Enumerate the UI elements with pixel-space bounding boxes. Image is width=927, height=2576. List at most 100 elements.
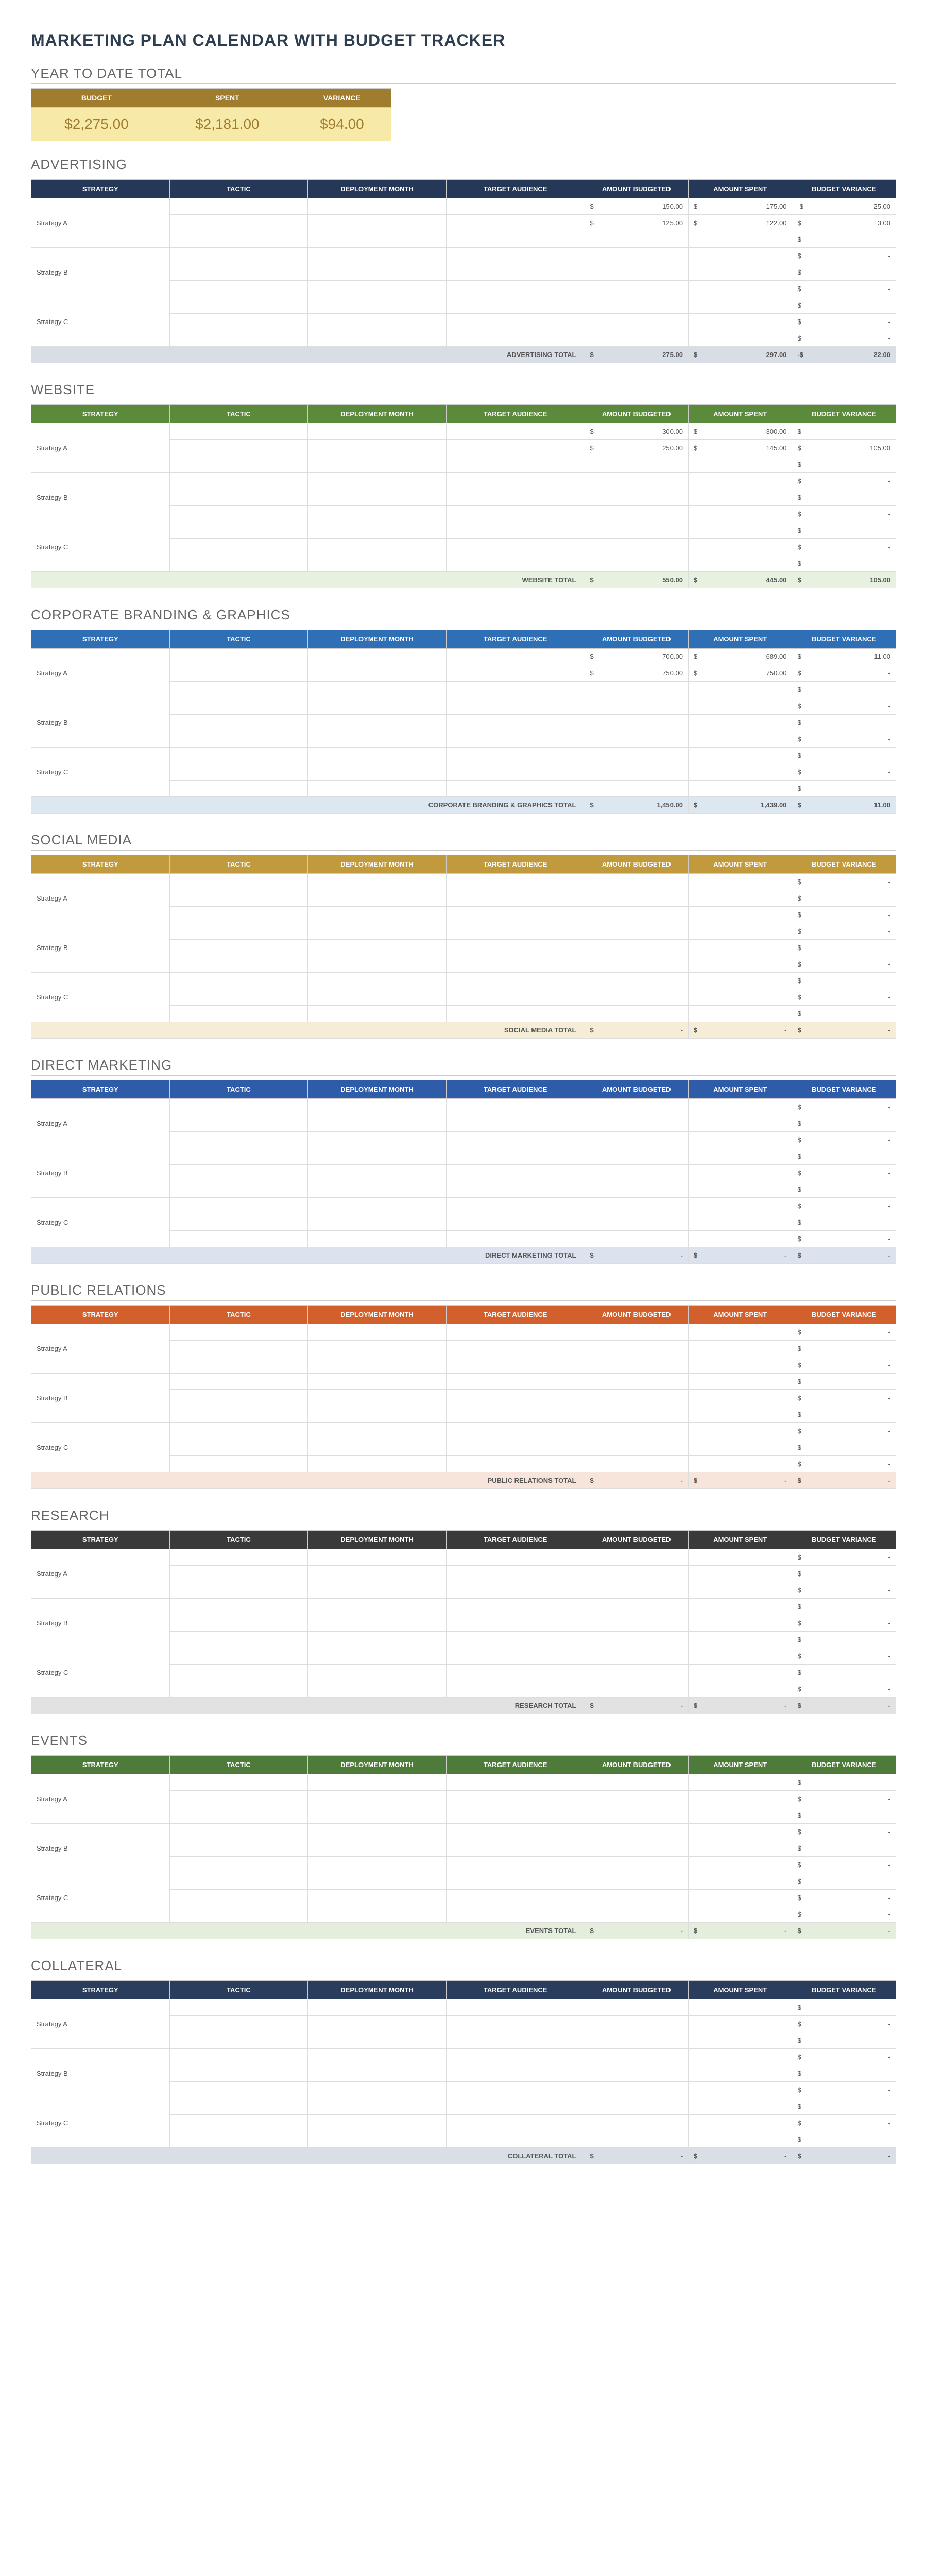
deployment-cell[interactable]: [308, 1774, 447, 1791]
tactic-cell[interactable]: [169, 1099, 308, 1115]
spent-cell[interactable]: [688, 2098, 792, 2115]
spent-cell[interactable]: [688, 1807, 792, 1824]
budget-cell[interactable]: [585, 1999, 688, 2016]
budget-cell[interactable]: [585, 698, 688, 715]
deployment-cell[interactable]: [308, 522, 447, 539]
variance-cell[interactable]: $-: [792, 1406, 896, 1423]
audience-cell[interactable]: [446, 1807, 585, 1824]
tactic-cell[interactable]: [169, 2082, 308, 2098]
budget-cell[interactable]: [585, 1857, 688, 1873]
spent-cell[interactable]: [688, 1115, 792, 1132]
audience-cell[interactable]: [446, 973, 585, 989]
budget-cell[interactable]: $250.00: [585, 440, 688, 456]
tactic-cell[interactable]: [169, 665, 308, 682]
tactic-cell[interactable]: [169, 1681, 308, 1698]
variance-cell[interactable]: $-: [792, 890, 896, 907]
strategy-cell[interactable]: Strategy A: [31, 1549, 170, 1599]
strategy-cell[interactable]: Strategy C: [31, 522, 170, 572]
variance-cell[interactable]: $-: [792, 907, 896, 923]
tactic-cell[interactable]: [169, 973, 308, 989]
budget-cell[interactable]: [585, 1198, 688, 1214]
budget-cell[interactable]: [585, 1214, 688, 1231]
audience-cell[interactable]: [446, 2049, 585, 2065]
deployment-cell[interactable]: [308, 1857, 447, 1873]
variance-cell[interactable]: $-: [792, 1148, 896, 1165]
tactic-cell[interactable]: [169, 1423, 308, 1439]
tactic-cell[interactable]: [169, 1774, 308, 1791]
spent-cell[interactable]: [688, 264, 792, 281]
spent-cell[interactable]: [688, 748, 792, 764]
spent-cell[interactable]: [688, 1549, 792, 1566]
budget-cell[interactable]: [585, 1357, 688, 1374]
tactic-cell[interactable]: [169, 1906, 308, 1923]
tactic-cell[interactable]: [169, 1840, 308, 1857]
variance-cell[interactable]: $-: [792, 1165, 896, 1181]
budget-cell[interactable]: [585, 264, 688, 281]
spent-cell[interactable]: [688, 1374, 792, 1390]
strategy-cell[interactable]: Strategy B: [31, 2049, 170, 2098]
spent-cell[interactable]: [688, 1439, 792, 1456]
strategy-cell[interactable]: Strategy C: [31, 748, 170, 797]
budget-cell[interactable]: [585, 1906, 688, 1923]
tactic-cell[interactable]: [169, 1374, 308, 1390]
audience-cell[interactable]: [446, 522, 585, 539]
spent-cell[interactable]: [688, 1873, 792, 1890]
deployment-cell[interactable]: [308, 2115, 447, 2131]
deployment-cell[interactable]: [308, 539, 447, 555]
variance-cell[interactable]: $-: [792, 1906, 896, 1923]
budget-cell[interactable]: [585, 1456, 688, 1472]
tactic-cell[interactable]: [169, 1406, 308, 1423]
deployment-cell[interactable]: [308, 1599, 447, 1615]
variance-cell[interactable]: $-: [792, 1599, 896, 1615]
deployment-cell[interactable]: [308, 907, 447, 923]
budget-cell[interactable]: [585, 2131, 688, 2148]
audience-cell[interactable]: [446, 1906, 585, 1923]
budget-cell[interactable]: [585, 940, 688, 956]
deployment-cell[interactable]: [308, 2131, 447, 2148]
spent-cell[interactable]: [688, 2065, 792, 2082]
deployment-cell[interactable]: [308, 2032, 447, 2049]
strategy-cell[interactable]: Strategy A: [31, 1324, 170, 1374]
strategy-cell[interactable]: Strategy A: [31, 198, 170, 248]
variance-cell[interactable]: $-: [792, 2115, 896, 2131]
spent-cell[interactable]: [688, 1632, 792, 1648]
tactic-cell[interactable]: [169, 1999, 308, 2016]
variance-cell[interactable]: $-: [792, 1099, 896, 1115]
tactic-cell[interactable]: [169, 748, 308, 764]
tactic-cell[interactable]: [169, 1456, 308, 1472]
deployment-cell[interactable]: [308, 715, 447, 731]
audience-cell[interactable]: [446, 764, 585, 781]
spent-cell[interactable]: [688, 506, 792, 522]
tactic-cell[interactable]: [169, 1181, 308, 1198]
audience-cell[interactable]: [446, 1374, 585, 1390]
budget-cell[interactable]: [585, 1231, 688, 1247]
tactic-cell[interactable]: [169, 1324, 308, 1341]
spent-cell[interactable]: [688, 682, 792, 698]
budget-cell[interactable]: [585, 555, 688, 572]
variance-cell[interactable]: $-: [792, 2098, 896, 2115]
variance-cell[interactable]: $-: [792, 1181, 896, 1198]
variance-cell[interactable]: $-: [792, 781, 896, 797]
audience-cell[interactable]: [446, 2016, 585, 2032]
audience-cell[interactable]: [446, 1148, 585, 1165]
variance-cell[interactable]: $-: [792, 248, 896, 264]
tactic-cell[interactable]: [169, 1439, 308, 1456]
audience-cell[interactable]: [446, 489, 585, 506]
audience-cell[interactable]: [446, 1582, 585, 1599]
tactic-cell[interactable]: [169, 489, 308, 506]
tactic-cell[interactable]: [169, 2115, 308, 2131]
deployment-cell[interactable]: [308, 297, 447, 314]
spent-cell[interactable]: [688, 1231, 792, 1247]
deployment-cell[interactable]: [308, 1582, 447, 1599]
tactic-cell[interactable]: [169, 2098, 308, 2115]
audience-cell[interactable]: [446, 698, 585, 715]
audience-cell[interactable]: [446, 1791, 585, 1807]
variance-cell[interactable]: $-: [792, 2049, 896, 2065]
budget-cell[interactable]: [585, 539, 688, 555]
tactic-cell[interactable]: [169, 715, 308, 731]
strategy-cell[interactable]: Strategy C: [31, 1873, 170, 1923]
tactic-cell[interactable]: [169, 314, 308, 330]
tactic-cell[interactable]: [169, 1006, 308, 1022]
deployment-cell[interactable]: [308, 506, 447, 522]
strategy-cell[interactable]: Strategy A: [31, 649, 170, 698]
